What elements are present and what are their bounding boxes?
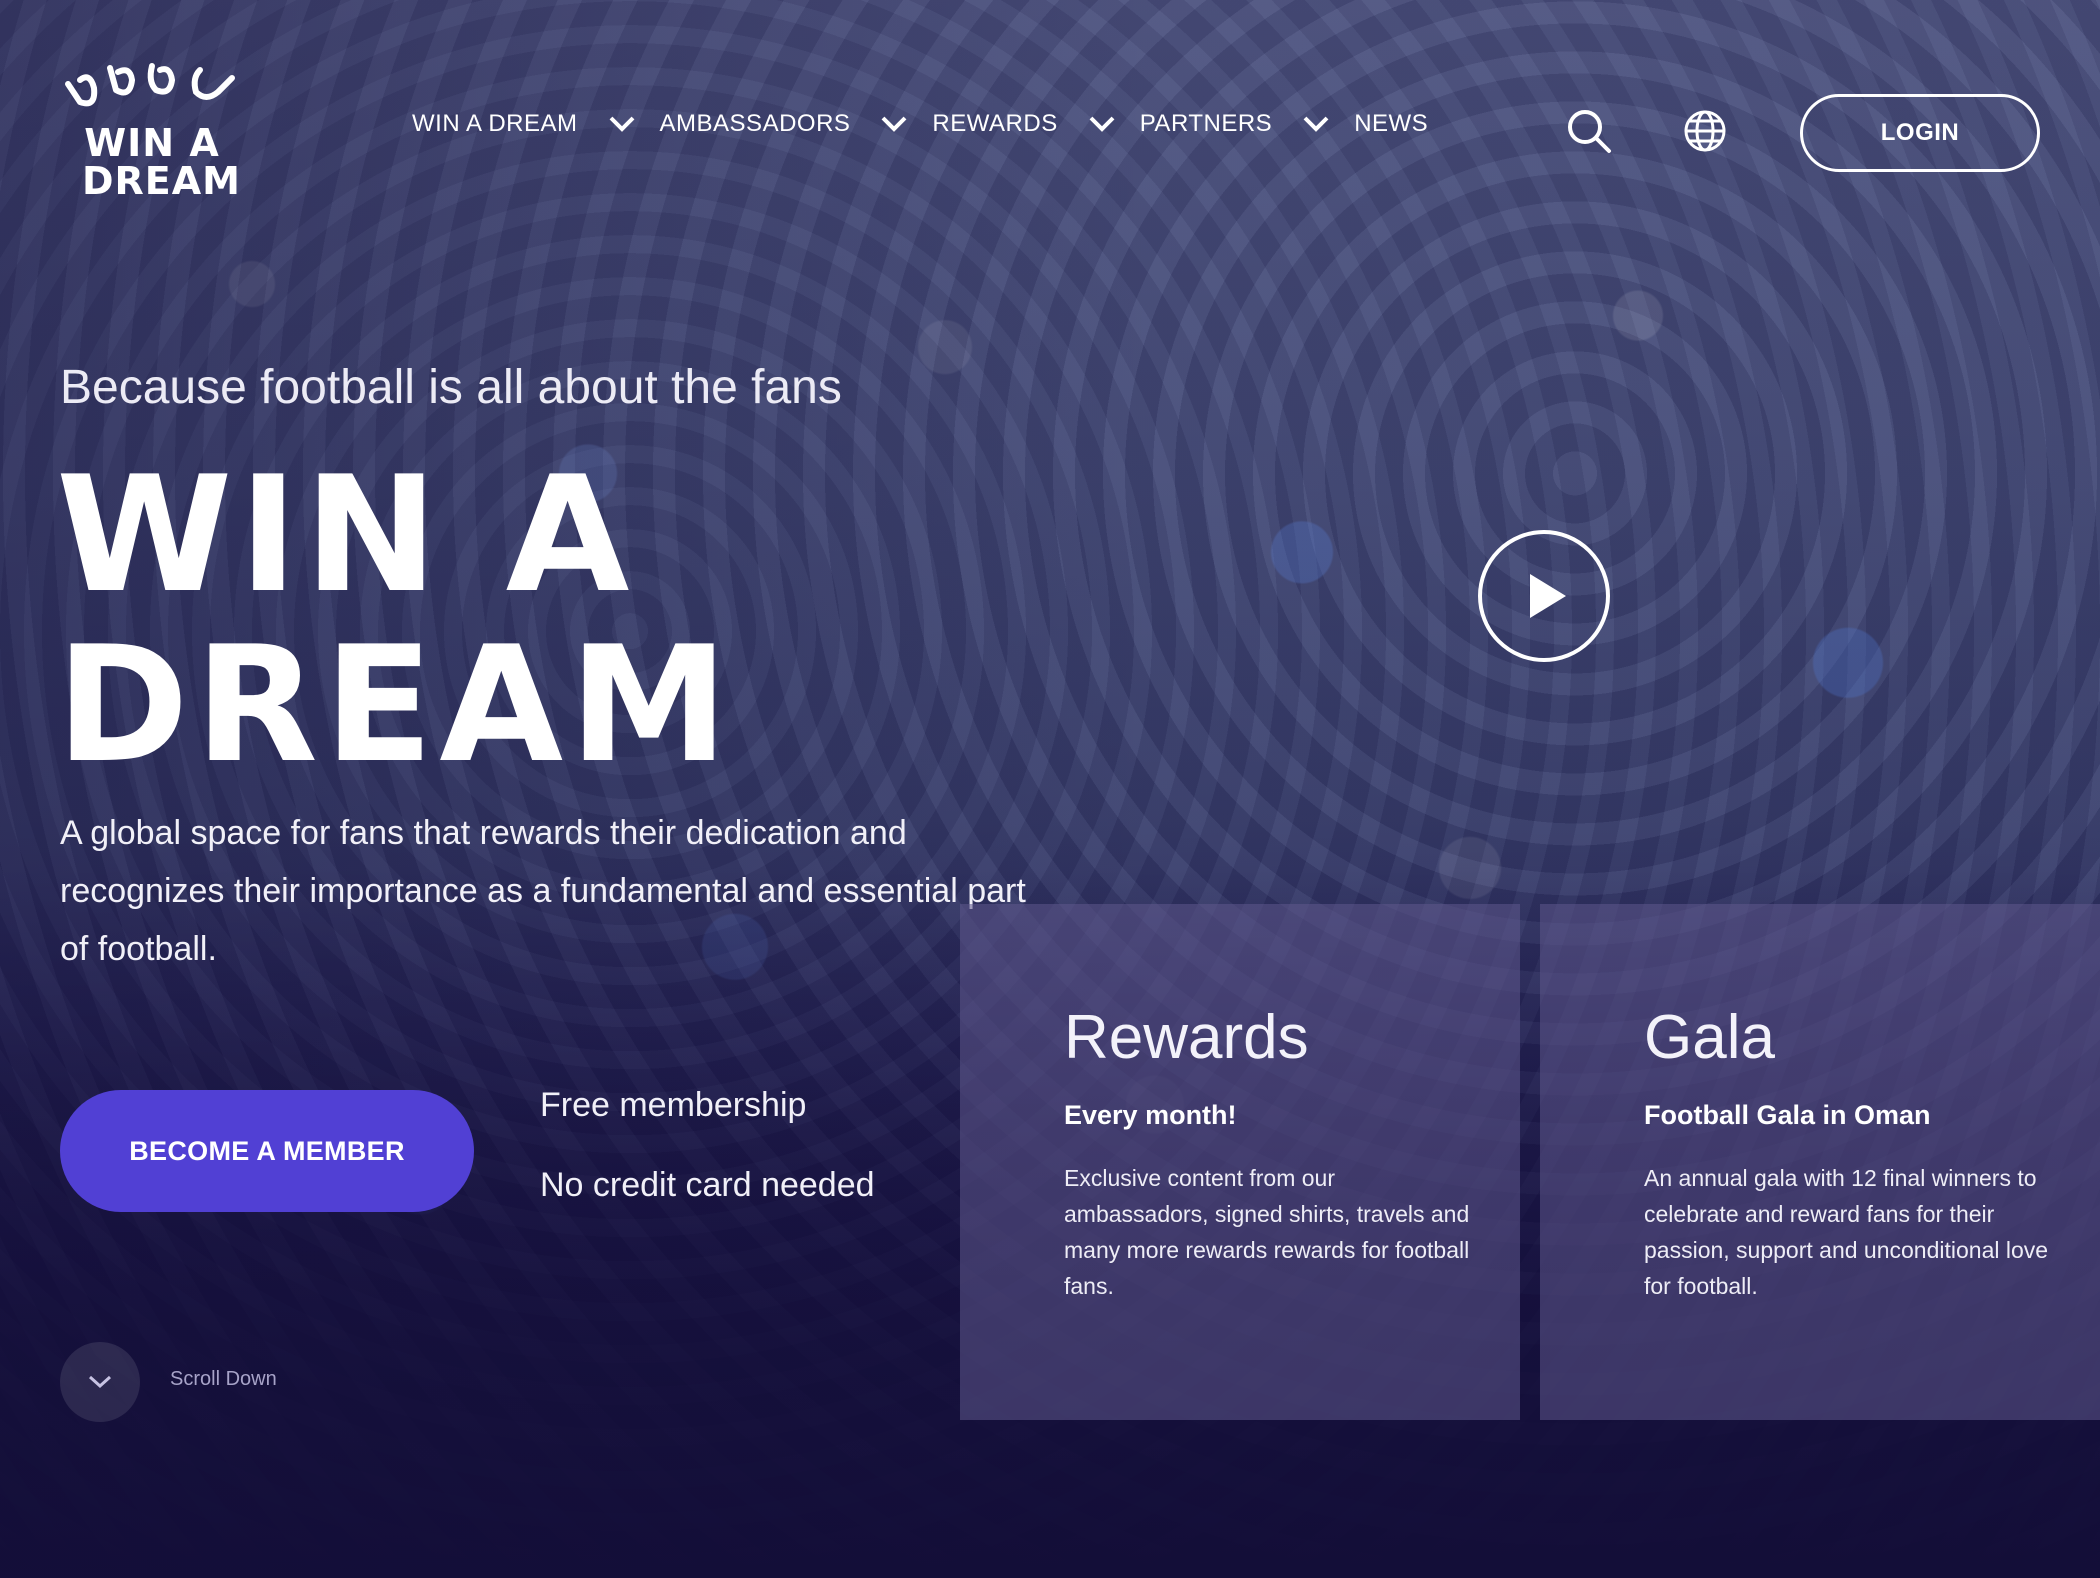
nav-label: REWARDS <box>932 110 1058 137</box>
nav-item-rewards[interactable]: REWARDS <box>932 110 1139 138</box>
nav-item-news[interactable]: NEWS <box>1354 110 1428 138</box>
nav-label: PARTNERS <box>1139 110 1273 137</box>
card-title: Rewards <box>1064 1003 1309 1072</box>
nav-label: WIN A DREAM <box>412 110 578 137</box>
chevron-down-icon <box>88 1375 112 1389</box>
nav-label: AMBASSADORS <box>659 110 851 137</box>
globe-icon[interactable] <box>1682 108 1728 154</box>
site-logo[interactable]: WIN A DREAM <box>60 58 240 208</box>
become-member-button[interactable]: BECOME A MEMBER <box>60 1090 474 1212</box>
perk-free-membership: Free membership <box>540 1086 807 1124</box>
logo-wordmark: WIN A DREAM <box>82 121 241 203</box>
nav-label: NEWS <box>1354 110 1429 137</box>
scroll-down-label[interactable]: Scroll Down <box>170 1368 277 1391</box>
main-nav: WIN A DREAM AMBASSADORS REWARDS PARTNERS… <box>412 110 1428 138</box>
chevron-down-icon[interactable] <box>1088 114 1116 134</box>
nav-item-ambassadors[interactable]: AMBASSADORS <box>660 110 933 138</box>
card-body: Exclusive content from our ambassadors, … <box>1064 1165 1470 1299</box>
card-subtitle: Every month! <box>1064 1100 1237 1130</box>
search-icon[interactable] <box>1566 108 1612 154</box>
hero-tagline: Because football is all about the fans <box>60 361 842 414</box>
chevron-down-icon[interactable] <box>1302 114 1330 134</box>
hero-title: WIN A DREAM <box>56 450 956 790</box>
scroll-down-button[interactable] <box>60 1342 140 1422</box>
card-body: An annual gala with 12 final winners to … <box>1644 1165 2049 1299</box>
rewards-card[interactable]: Rewards Every month! Exclusive content f… <box>960 904 1520 1420</box>
play-icon <box>1530 574 1566 618</box>
chevron-down-icon[interactable] <box>880 114 908 134</box>
hero-description: A global space for fans that rewards the… <box>60 814 1026 968</box>
perk-no-credit-card: No credit card needed <box>540 1166 875 1204</box>
chevron-down-icon[interactable] <box>608 114 636 134</box>
nav-item-win-a-dream[interactable]: WIN A DREAM <box>412 110 660 138</box>
login-button[interactable]: LOGIN <box>1800 94 2040 172</box>
hero-title-line-2: DREAM <box>56 611 735 798</box>
card-subtitle: Football Gala in Oman <box>1644 1100 1931 1130</box>
hero-title-line-1: WIN A <box>56 441 636 628</box>
nav-item-partners[interactable]: PARTNERS <box>1140 110 1354 138</box>
card-title: Gala <box>1644 1003 1775 1072</box>
play-video-button[interactable] <box>1478 530 1610 662</box>
gala-card[interactable]: Gala Football Gala in Oman An annual gal… <box>1540 904 2100 1420</box>
